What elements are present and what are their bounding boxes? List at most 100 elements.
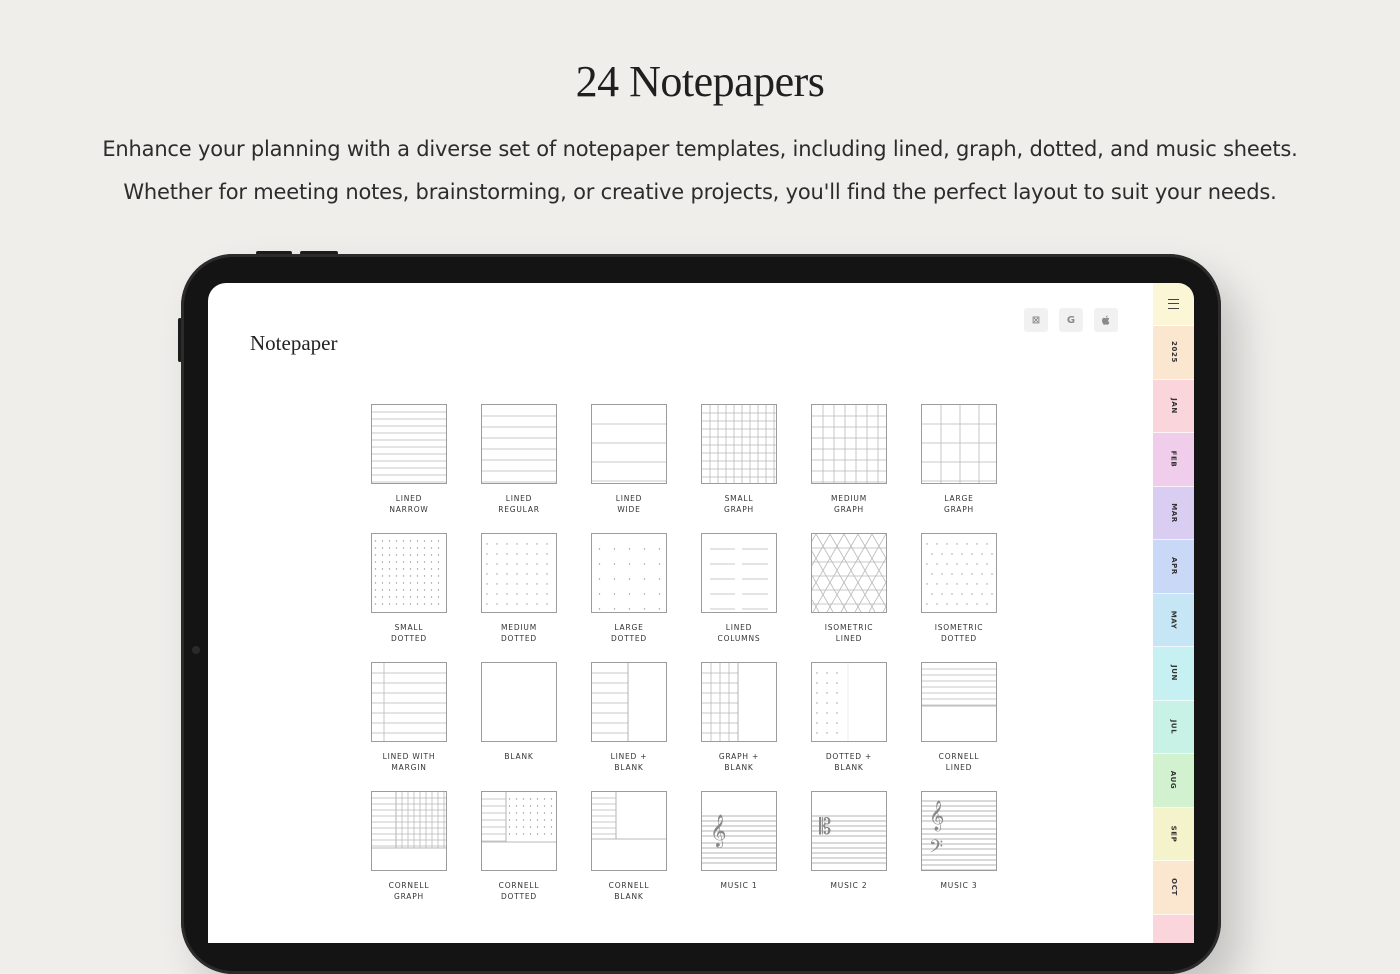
- notepaper-lined-wide[interactable]: LINED WIDE: [591, 404, 667, 516]
- music-1-pattern: 𝄞: [702, 814, 776, 864]
- tab-label: 2025: [1169, 341, 1178, 364]
- tab-label: JUL: [1169, 719, 1178, 735]
- notepaper-thumbnail[interactable]: [811, 662, 887, 742]
- notepaper-label-line1: CORNELL: [388, 881, 430, 890]
- notepaper-thumbnail[interactable]: 𝄡: [811, 791, 887, 871]
- notepaper-cornell-lined[interactable]: CORNELL LINED: [921, 662, 997, 774]
- notepaper-thumbnail[interactable]: [481, 662, 557, 742]
- notepaper-thumbnail[interactable]: [591, 791, 667, 871]
- notepaper-label-line2: DOTTED: [500, 892, 538, 901]
- music-2-pattern: 𝄡: [812, 815, 886, 864]
- notepaper-music-2[interactable]: 𝄡 MUSIC 2: [811, 791, 887, 903]
- notepaper-thumbnail[interactable]: [481, 791, 557, 871]
- notepaper-thumbnail[interactable]: [701, 404, 777, 484]
- notepaper-label-line2: NARROW: [389, 505, 429, 514]
- notepaper-cornell-dotted[interactable]: CORNELL DOTTED: [481, 791, 557, 903]
- notepaper-label-line1: ISOMETRIC: [824, 623, 874, 632]
- tab-2025[interactable]: 2025: [1153, 326, 1194, 380]
- notepaper-large-dotted[interactable]: LARGE DOTTED: [591, 533, 667, 645]
- notepaper-small-dotted[interactable]: SMALL DOTTED: [371, 533, 447, 645]
- tab-aug[interactable]: AUG: [1153, 754, 1194, 808]
- notepaper-cornell-blank[interactable]: CORNELL BLANK: [591, 791, 667, 903]
- notepaper-isometric-dotted[interactable]: ISOMETRIC DOTTED: [921, 533, 997, 645]
- notepaper-lined-columns[interactable]: LINED COLUMNS: [701, 533, 777, 645]
- notepaper-label-line2: LINED: [945, 763, 973, 772]
- notepaper-isometric-lined[interactable]: ISOMETRIC LINED: [811, 533, 887, 645]
- notepaper-graph-blank[interactable]: GRAPH + BLANK: [701, 662, 777, 774]
- notepaper-thumbnail[interactable]: [701, 662, 777, 742]
- google-icon[interactable]: G: [1059, 308, 1083, 332]
- notepaper-thumbnail[interactable]: [371, 662, 447, 742]
- notepaper-label-line1: MUSIC 3: [940, 881, 978, 890]
- lined-wide-pattern: [592, 423, 666, 482]
- tab-jun[interactable]: JUN: [1153, 647, 1194, 701]
- notepaper-label-line2: REGULAR: [498, 505, 540, 514]
- notepaper-small-graph[interactable]: SMALL GRAPH: [701, 404, 777, 516]
- notepaper-label: LINED REGULAR: [481, 493, 557, 515]
- tab-apr[interactable]: APR: [1153, 540, 1194, 594]
- tab-oct[interactable]: OCT: [1153, 861, 1194, 915]
- notepaper-label: LINED WITH MARGIN: [371, 751, 447, 773]
- notepaper-label: CORNELL GRAPH: [371, 880, 447, 902]
- tab-feb[interactable]: FEB: [1153, 433, 1194, 487]
- tab-next[interactable]: [1153, 914, 1194, 943]
- notepaper-thumbnail[interactable]: [921, 533, 997, 613]
- notepaper-thumbnail[interactable]: [481, 404, 557, 484]
- notepaper-label-line1: BLANK: [504, 752, 534, 761]
- notepaper-thumbnail[interactable]: [921, 404, 997, 484]
- tab-mar[interactable]: MAR: [1153, 486, 1194, 540]
- notepaper-thumbnail[interactable]: [371, 404, 447, 484]
- notepaper-medium-graph[interactable]: MEDIUM GRAPH: [811, 404, 887, 516]
- tab-jan[interactable]: JAN: [1153, 379, 1194, 433]
- notepaper-label-line1: MEDIUM: [831, 494, 867, 503]
- notepaper-lined-narrow[interactable]: LINED NARROW: [371, 404, 447, 516]
- notepaper-label: SMALL DOTTED: [371, 622, 447, 644]
- notepaper-thumbnail[interactable]: [811, 533, 887, 613]
- notepaper-label-line1: CORNELL: [938, 752, 980, 761]
- notepaper-label: LINED + BLANK: [591, 751, 667, 773]
- notepaper-label: DOTTED + BLANK: [811, 751, 887, 773]
- notepaper-thumbnail[interactable]: 𝄞 𝄢: [921, 791, 997, 871]
- notepaper-lined-blank[interactable]: LINED + BLANK: [591, 662, 667, 774]
- notepaper-label-line1: LARGE: [944, 494, 974, 503]
- tab-may[interactable]: MAY: [1153, 593, 1194, 647]
- notepaper-label-line2: COLUMNS: [717, 634, 761, 643]
- notepaper-label-line1: DOTTED +: [825, 752, 873, 761]
- tab-jul[interactable]: JUL: [1153, 700, 1194, 754]
- apple-icon[interactable]: [1094, 308, 1118, 332]
- notepaper-lined-regular[interactable]: LINED REGULAR: [481, 404, 557, 516]
- notepaper-thumbnail[interactable]: [371, 533, 447, 613]
- notepaper-thumbnail[interactable]: [811, 404, 887, 484]
- menu-tab[interactable]: [1153, 283, 1194, 326]
- notepaper-label: LINED WIDE: [591, 493, 667, 515]
- cornell-dotted-pattern: [482, 792, 556, 843]
- notepaper-thumbnail[interactable]: [481, 533, 557, 613]
- notepaper-music-3[interactable]: 𝄞 𝄢 MUSIC 3: [921, 791, 997, 903]
- notepaper-thumbnail[interactable]: [701, 533, 777, 613]
- notepaper-label-line2: DOTTED: [610, 634, 648, 643]
- tab-label: MAR: [1169, 502, 1178, 523]
- notepaper-label-line2: BLANK: [614, 763, 644, 772]
- notepaper-lined-with-margin[interactable]: LINED WITH MARGIN: [371, 662, 447, 774]
- notepaper-label: MUSIC 3: [921, 880, 997, 891]
- outlook-icon[interactable]: ⊠: [1024, 308, 1048, 332]
- tab-sep[interactable]: SEP: [1153, 807, 1194, 861]
- menu-icon: [1168, 299, 1179, 309]
- notepaper-dotted-blank[interactable]: DOTTED + BLANK: [811, 662, 887, 774]
- notepaper-label-line2: GRAPH: [833, 505, 864, 514]
- notepaper-thumbnail[interactable]: [371, 791, 447, 871]
- notepaper-thumbnail[interactable]: [591, 662, 667, 742]
- notepaper-music-1[interactable]: 𝄞 MUSIC 1: [701, 791, 777, 903]
- notepaper-cornell-graph[interactable]: CORNELL GRAPH: [371, 791, 447, 903]
- notepaper-blank[interactable]: BLANK: [481, 662, 557, 774]
- notepaper-large-graph[interactable]: LARGE GRAPH: [921, 404, 997, 516]
- notepaper-medium-dotted[interactable]: MEDIUM DOTTED: [481, 533, 557, 645]
- dotted-blank-pattern: [816, 663, 849, 741]
- notepaper-thumbnail[interactable]: [921, 662, 997, 742]
- notepaper-thumbnail[interactable]: [591, 404, 667, 484]
- notepaper-thumbnail[interactable]: 𝄞: [701, 791, 777, 871]
- notepaper-thumbnail[interactable]: [591, 533, 667, 613]
- notepaper-label-line2: GRAPH: [943, 505, 974, 514]
- tab-label: FEB: [1169, 450, 1178, 468]
- large-graph-pattern: [922, 405, 996, 483]
